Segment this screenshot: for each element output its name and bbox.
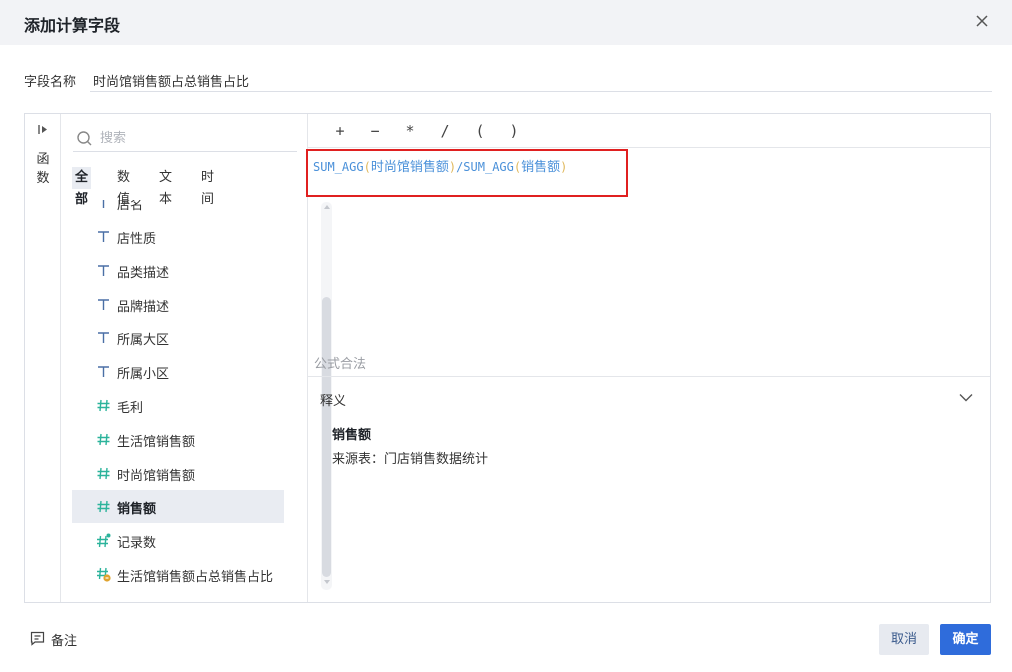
number-type-icon	[97, 500, 110, 513]
formula-paren: )	[448, 160, 457, 174]
formula-expression: SUM_AGG(时尚馆销售额)/SUM_AGG(销售额)	[313, 156, 567, 175]
explanation-field-name: 销售额	[332, 428, 372, 443]
formula-editor-panel: 函数 全部 数值 文本 时间 店名	[24, 113, 991, 603]
field-label: 所属小区	[117, 367, 170, 382]
field-item-shop-name[interactable]: 店名	[72, 200, 284, 219]
field-name-label: 字段名称	[24, 75, 77, 90]
calculated-field-icon	[97, 567, 111, 582]
formula-input[interactable]: SUM_AGG(时尚馆销售额)/SUM_AGG(销售额)	[306, 149, 990, 359]
field-name-input[interactable]	[90, 70, 992, 92]
note-label: 备注	[51, 634, 78, 649]
search-box	[73, 126, 297, 152]
note-icon	[30, 631, 45, 646]
field-label: 店名	[117, 200, 144, 213]
field-item-major-region[interactable]: 所属大区	[72, 321, 284, 354]
function-panel-label: 函数	[36, 152, 50, 186]
chevron-down-icon[interactable]	[959, 393, 973, 402]
field-item-brand-desc[interactable]: 品牌描述	[72, 288, 284, 321]
operator-close-paren-button[interactable]: )	[504, 121, 524, 141]
field-label: 店性质	[117, 232, 157, 247]
field-item-record-count[interactable]: 记录数	[72, 524, 284, 557]
formula-field-ref: 销售额	[521, 160, 561, 175]
field-label: 毛利	[117, 401, 144, 416]
field-item-minor-region[interactable]: 所属小区	[72, 355, 284, 388]
formula-function: SUM_AGG	[463, 160, 514, 174]
field-label: 品牌描述	[117, 300, 170, 315]
tab-all[interactable]: 全部	[72, 167, 92, 207]
text-type-icon	[98, 231, 109, 242]
text-type-icon	[98, 366, 109, 377]
field-item-shop-nature[interactable]: 店性质	[72, 220, 284, 253]
number-type-icon	[97, 433, 110, 446]
expand-arrow-icon	[38, 125, 47, 134]
field-label: 生活馆销售额占总销售占比	[117, 570, 274, 585]
record-count-icon	[97, 533, 111, 548]
operator-plus-button[interactable]: +	[330, 121, 350, 141]
tab-numeric[interactable]: 数值	[114, 167, 133, 207]
expression-editor: + − * / ( ) SUM_AGG(时尚馆销售额)/SUM_AGG(销售额)…	[306, 114, 990, 602]
number-type-icon	[97, 467, 110, 480]
number-type-icon	[97, 399, 110, 412]
field-item-lifestyle-sales-ratio[interactable]: 生活馆销售额占总销售占比	[72, 558, 284, 591]
explanation-source: 来源表：门店销售数据统计	[332, 452, 489, 467]
field-list: 店名 店性质 品类描述 品牌描述 所属大区 所属小区 毛利 生活馆销售额 时尚馆…	[72, 200, 284, 598]
add-calculated-field-dialog: 添加计算字段 字段名称 函数 全部	[0, 0, 1012, 672]
close-icon[interactable]	[974, 13, 990, 29]
operator-minus-button[interactable]: −	[365, 121, 385, 141]
tab-time[interactable]: 时间	[198, 167, 217, 207]
field-label: 生活馆销售额	[117, 435, 196, 450]
formula-paren: (	[363, 160, 371, 174]
field-item-category-desc[interactable]: 品类描述	[72, 254, 284, 287]
search-icon	[77, 131, 92, 146]
field-label: 销售额	[117, 502, 157, 517]
text-type-icon	[98, 332, 109, 343]
dialog-title: 添加计算字段	[24, 16, 121, 35]
field-item-fashion-sales[interactable]: 时尚馆销售额	[72, 457, 284, 490]
explanation-title: 释义	[320, 394, 347, 409]
search-input[interactable]	[100, 128, 290, 148]
explanation-panel: 释义 销售额 来源表：门店销售数据统计	[308, 376, 990, 602]
field-name-row: 字段名称	[24, 70, 992, 92]
operator-toolbar: + − * / ( )	[308, 114, 990, 148]
formula-paren: )	[560, 160, 568, 174]
text-type-icon	[98, 299, 109, 310]
field-item-gross-profit[interactable]: 毛利	[72, 389, 284, 422]
operator-multiply-button[interactable]: *	[400, 121, 420, 141]
field-label: 所属大区	[117, 333, 170, 348]
formula-validity-status: 公式合法	[314, 357, 367, 372]
operator-divide-button[interactable]: /	[435, 121, 455, 141]
text-type-icon	[102, 200, 105, 208]
field-item-sales[interactable]: 销售额	[72, 490, 284, 523]
field-list-panel: 全部 数值 文本 时间 店名 店性质 品类描述	[61, 114, 332, 602]
text-type-icon	[98, 265, 109, 276]
formula-function: SUM_AGG	[313, 160, 364, 174]
field-item-lifestyle-sales[interactable]: 生活馆销售额	[72, 423, 284, 456]
field-label: 时尚馆销售额	[117, 469, 196, 484]
function-panel-toggle[interactable]: 函数	[25, 114, 61, 602]
field-label: 记录数	[117, 536, 157, 551]
field-label: 品类描述	[117, 266, 170, 281]
cancel-button[interactable]: 取消	[879, 624, 929, 655]
operator-open-paren-button[interactable]: (	[470, 121, 490, 141]
dialog-header: 添加计算字段	[0, 0, 1012, 45]
formula-field-ref: 时尚馆销售额	[370, 160, 449, 175]
tab-text[interactable]: 文本	[156, 167, 175, 207]
confirm-button[interactable]: 确定	[940, 624, 991, 655]
